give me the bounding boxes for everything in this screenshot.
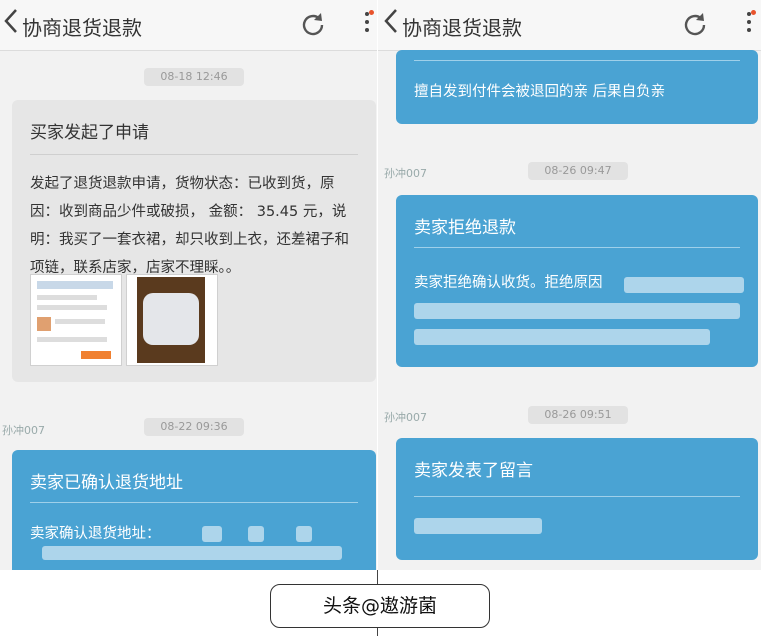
right-top-bar: 协商退货退款 (378, 0, 761, 51)
product-photo-thumbnail[interactable] (126, 274, 218, 366)
screenshot-thumbnail[interactable] (30, 274, 122, 366)
divider (414, 496, 740, 497)
divider (30, 154, 358, 155)
card-title: 卖家发表了留言 (414, 461, 533, 481)
timestamp: 08-26 09:51 (528, 406, 628, 424)
left-chat-panel: 协商退货退款 08-18 12:46 买家发起了申请 发起了退货退款申请，货物状… (0, 0, 377, 570)
timestamp: 08-22 09:36 (144, 418, 244, 436)
buyer-request-card: 买家发起了申请 发起了退货退款申请，货物状态：已收到货，原因：收到商品少件或破损… (12, 100, 376, 382)
right-chat-panel: 协商退货退款 擅自发到付件会被退回的亲 后果自负亲 孙冲007 08-26 09… (378, 0, 761, 570)
timestamp: 08-26 09:47 (528, 162, 628, 180)
redacted-text (624, 277, 744, 293)
seller-address-card: 卖家已确认退货地址 卖家确认退货地址： (12, 450, 376, 570)
divider (414, 247, 740, 248)
redacted-text (296, 526, 312, 542)
refresh-icon[interactable] (298, 10, 328, 40)
divider (414, 60, 740, 61)
refresh-icon[interactable] (680, 10, 710, 40)
sender-name: 孙冲007 (384, 167, 427, 180)
redacted-text (414, 518, 542, 534)
watermark: 头条@遨游菌 (270, 584, 490, 628)
card-description: 擅自发到付件会被退回的亲 后果自负亲 (414, 84, 666, 100)
more-vertical-icon[interactable] (362, 10, 374, 38)
more-vertical-icon[interactable] (744, 10, 756, 38)
card-description: 发起了退货退款申请，货物状态：已收到货，原因：收到商品少件或破损， 金额： 35… (30, 176, 349, 276)
divider (30, 502, 358, 503)
page-title: 协商退货退款 (402, 16, 522, 40)
redacted-text (202, 526, 222, 542)
card-description: 卖家拒绝确认收货。拒绝原因 (414, 275, 603, 291)
left-top-bar: 协商退货退款 (0, 0, 377, 51)
previous-message-card: 擅自发到付件会被退回的亲 后果自负亲 (396, 50, 758, 124)
card-title: 卖家已确认退货地址 (30, 473, 183, 493)
redacted-text (414, 329, 710, 345)
chevron-left-icon[interactable] (4, 8, 18, 41)
seller-refuse-card: 卖家拒绝退款 卖家拒绝确认收货。拒绝原因 (396, 195, 758, 367)
redacted-text (42, 546, 342, 560)
chevron-left-icon[interactable] (384, 8, 398, 41)
card-title: 卖家拒绝退款 (414, 218, 516, 238)
card-description: 卖家确认退货地址： (30, 526, 161, 542)
card-title: 买家发起了申请 (30, 123, 149, 143)
sender-name: 孙冲007 (2, 424, 45, 437)
redacted-text (248, 526, 264, 542)
page-title: 协商退货退款 (22, 16, 142, 40)
sender-name: 孙冲007 (384, 411, 427, 424)
redacted-text (414, 303, 740, 319)
timestamp: 08-18 12:46 (144, 68, 244, 86)
seller-comment-card: 卖家发表了留言 (396, 438, 758, 560)
